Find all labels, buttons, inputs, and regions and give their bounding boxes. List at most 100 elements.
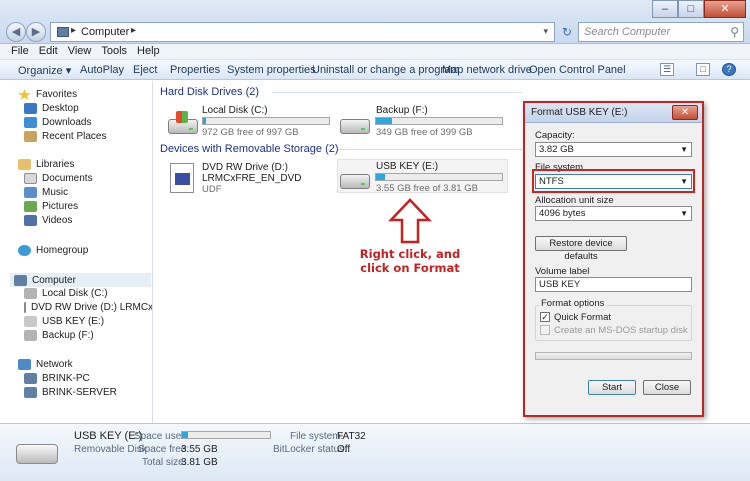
dialog-close-icon[interactable]: ✕ <box>672 105 698 120</box>
drive-fs-dvd: UDF <box>202 184 222 195</box>
preview-pane-icon[interactable]: □ <box>696 63 710 76</box>
nav-recent-places[interactable]: Recent Places <box>24 131 106 142</box>
nav-brink-server[interactable]: BRINK-SERVER <box>24 387 117 398</box>
uninstall-program-button[interactable]: Uninstall or change a program <box>312 64 459 76</box>
drive-name-usb[interactable]: USB KEY (E:) <box>376 161 438 172</box>
refresh-icon[interactable]: ↻ <box>558 22 576 42</box>
nav-pictures[interactable]: Pictures <box>24 201 78 212</box>
autoplay-button[interactable]: AutoPlay <box>80 64 124 76</box>
navigation-pane: Favorites Desktop Downloads Recent Place… <box>0 81 153 423</box>
volume-label-input[interactable]: USB KEY <box>535 277 692 292</box>
nav-label: Local Disk (C:) <box>42 288 108 299</box>
computer-icon <box>24 373 37 384</box>
total-size-value: 3.81 GB <box>181 457 218 468</box>
format-dialog: Format USB KEY (E:) ✕ Capacity: 3.82 GB ▼… <box>523 101 704 417</box>
space-used-bar <box>181 431 271 439</box>
nav-libraries[interactable]: Libraries <box>18 159 74 170</box>
drive-name-local[interactable]: Local Disk (C:) <box>202 105 268 116</box>
help-icon[interactable]: ? <box>722 63 736 76</box>
drive-name-dvd[interactable]: DVD RW Drive (D:) <box>202 162 288 173</box>
format-progress-bar <box>535 352 692 360</box>
file-system-value: NTFS <box>539 176 564 187</box>
nav-label: Network <box>36 359 73 370</box>
msdos-checkbox[interactable] <box>540 325 550 335</box>
msdos-label: Create an MS-DOS startup disk <box>554 325 688 336</box>
arrow-up-icon <box>388 198 432 244</box>
allocation-value: 4096 bytes <box>539 208 586 219</box>
chevron-down-icon[interactable]: ▾ <box>543 26 548 37</box>
allocation-select[interactable]: 4096 bytes ▼ <box>535 206 692 221</box>
usb-drive-icon <box>24 316 37 327</box>
group-divider <box>338 149 522 150</box>
homegroup-icon <box>18 245 31 256</box>
nav-videos[interactable]: Videos <box>24 215 72 226</box>
details-drive-type: Removable Disk <box>74 444 147 455</box>
usage-fill <box>182 432 188 438</box>
file-system-select[interactable]: NTFS ▼ <box>535 174 692 189</box>
capacity-select[interactable]: 3.82 GB ▼ <box>535 142 692 157</box>
volume-label-label: Volume label <box>535 266 590 277</box>
details-pane: USB KEY (E:) Removable Disk Space used: … <box>0 423 750 481</box>
nav-label: DVD RW Drive (D:) LRMCxFRE_E <box>31 302 152 313</box>
menu-help[interactable]: Help <box>132 44 165 58</box>
menu-edit[interactable]: Edit <box>34 44 63 58</box>
start-button[interactable]: Start <box>588 380 636 395</box>
search-input[interactable]: Search Computer ⚲ <box>578 22 744 42</box>
nav-network[interactable]: Network <box>18 359 73 370</box>
callout-line-1: Right click, and <box>359 247 461 261</box>
nav-usb-key[interactable]: USB KEY (E:) <box>24 316 104 327</box>
maximize-button[interactable]: □ <box>678 0 704 18</box>
hard-drive-icon <box>24 330 37 341</box>
search-placeholder: Search Computer <box>584 26 671 38</box>
nav-dvd-drive[interactable]: DVD RW Drive (D:) LRMCxFRE_E <box>24 302 152 313</box>
drive-label-dvd: LRMCxFRE_EN_DVD <box>202 173 302 184</box>
open-control-panel-button[interactable]: Open Control Panel <box>529 64 626 76</box>
breadcrumb[interactable]: Computer <box>81 26 129 38</box>
nav-documents[interactable]: Documents <box>24 173 93 184</box>
space-free-value: 3.55 GB <box>181 444 218 455</box>
dvd-disc-icon[interactable] <box>170 163 194 193</box>
nav-homegroup[interactable]: Homegroup <box>18 245 88 256</box>
group-hard-disk-drives[interactable]: Hard Disk Drives (2) <box>160 86 259 98</box>
nav-computer[interactable]: Computer <box>10 273 151 287</box>
close-window-button[interactable]: ✕ <box>704 0 746 18</box>
menu-file[interactable]: File <box>6 44 34 58</box>
allocation-label: Allocation unit size <box>535 195 614 206</box>
pictures-icon <box>24 201 37 212</box>
group-removable-storage[interactable]: Devices with Removable Storage (2) <box>160 143 339 155</box>
nav-backup[interactable]: Backup (F:) <box>24 330 94 341</box>
command-bar: Organize ▾ AutoPlay Eject Properties Sys… <box>0 60 750 80</box>
hard-drive-icon[interactable] <box>340 119 370 134</box>
nav-favorites[interactable]: Favorites <box>18 89 77 100</box>
back-button[interactable]: ◀ <box>6 22 26 42</box>
drive-name-backup[interactable]: Backup (F:) <box>376 105 428 116</box>
quick-format-checkbox[interactable]: ✓ <box>540 312 550 322</box>
nav-brink-pc[interactable]: BRINK-PC <box>24 373 90 384</box>
restore-defaults-button[interactable]: Restore device defaults <box>535 236 627 262</box>
capacity-value: 3.82 GB <box>539 144 574 155</box>
usb-drive-icon[interactable] <box>340 174 370 189</box>
drive-free-local: 972 GB free of 997 GB <box>202 127 299 138</box>
map-network-drive-button[interactable]: Map network drive <box>442 64 532 76</box>
volume-label-value: USB KEY <box>539 279 581 290</box>
forward-button[interactable]: ▶ <box>26 22 46 42</box>
menu-tools[interactable]: Tools <box>96 44 132 58</box>
menu-view[interactable]: View <box>63 44 97 58</box>
group-divider <box>272 92 522 93</box>
nav-downloads[interactable]: Downloads <box>24 117 91 128</box>
nav-local-disk[interactable]: Local Disk (C:) <box>24 288 108 299</box>
nav-desktop[interactable]: Desktop <box>24 103 79 114</box>
system-properties-button[interactable]: System properties <box>227 64 316 76</box>
close-button[interactable]: Close <box>643 380 691 395</box>
view-options-icon[interactable]: ☰ <box>660 63 674 76</box>
chevron-right-icon: ▸ <box>131 25 137 36</box>
nav-music[interactable]: Music <box>24 187 68 198</box>
address-bar[interactable]: ▸ Computer ▸ ▾ <box>50 22 555 42</box>
eject-button[interactable]: Eject <box>133 64 157 76</box>
usb-drive-icon <box>16 444 58 464</box>
chevron-down-icon: ▼ <box>680 177 688 186</box>
properties-button[interactable]: Properties <box>170 64 220 76</box>
organize-button[interactable]: Organize ▾ <box>18 64 71 77</box>
minimize-button[interactable]: – <box>652 0 678 18</box>
nav-label: Homegroup <box>36 245 89 256</box>
